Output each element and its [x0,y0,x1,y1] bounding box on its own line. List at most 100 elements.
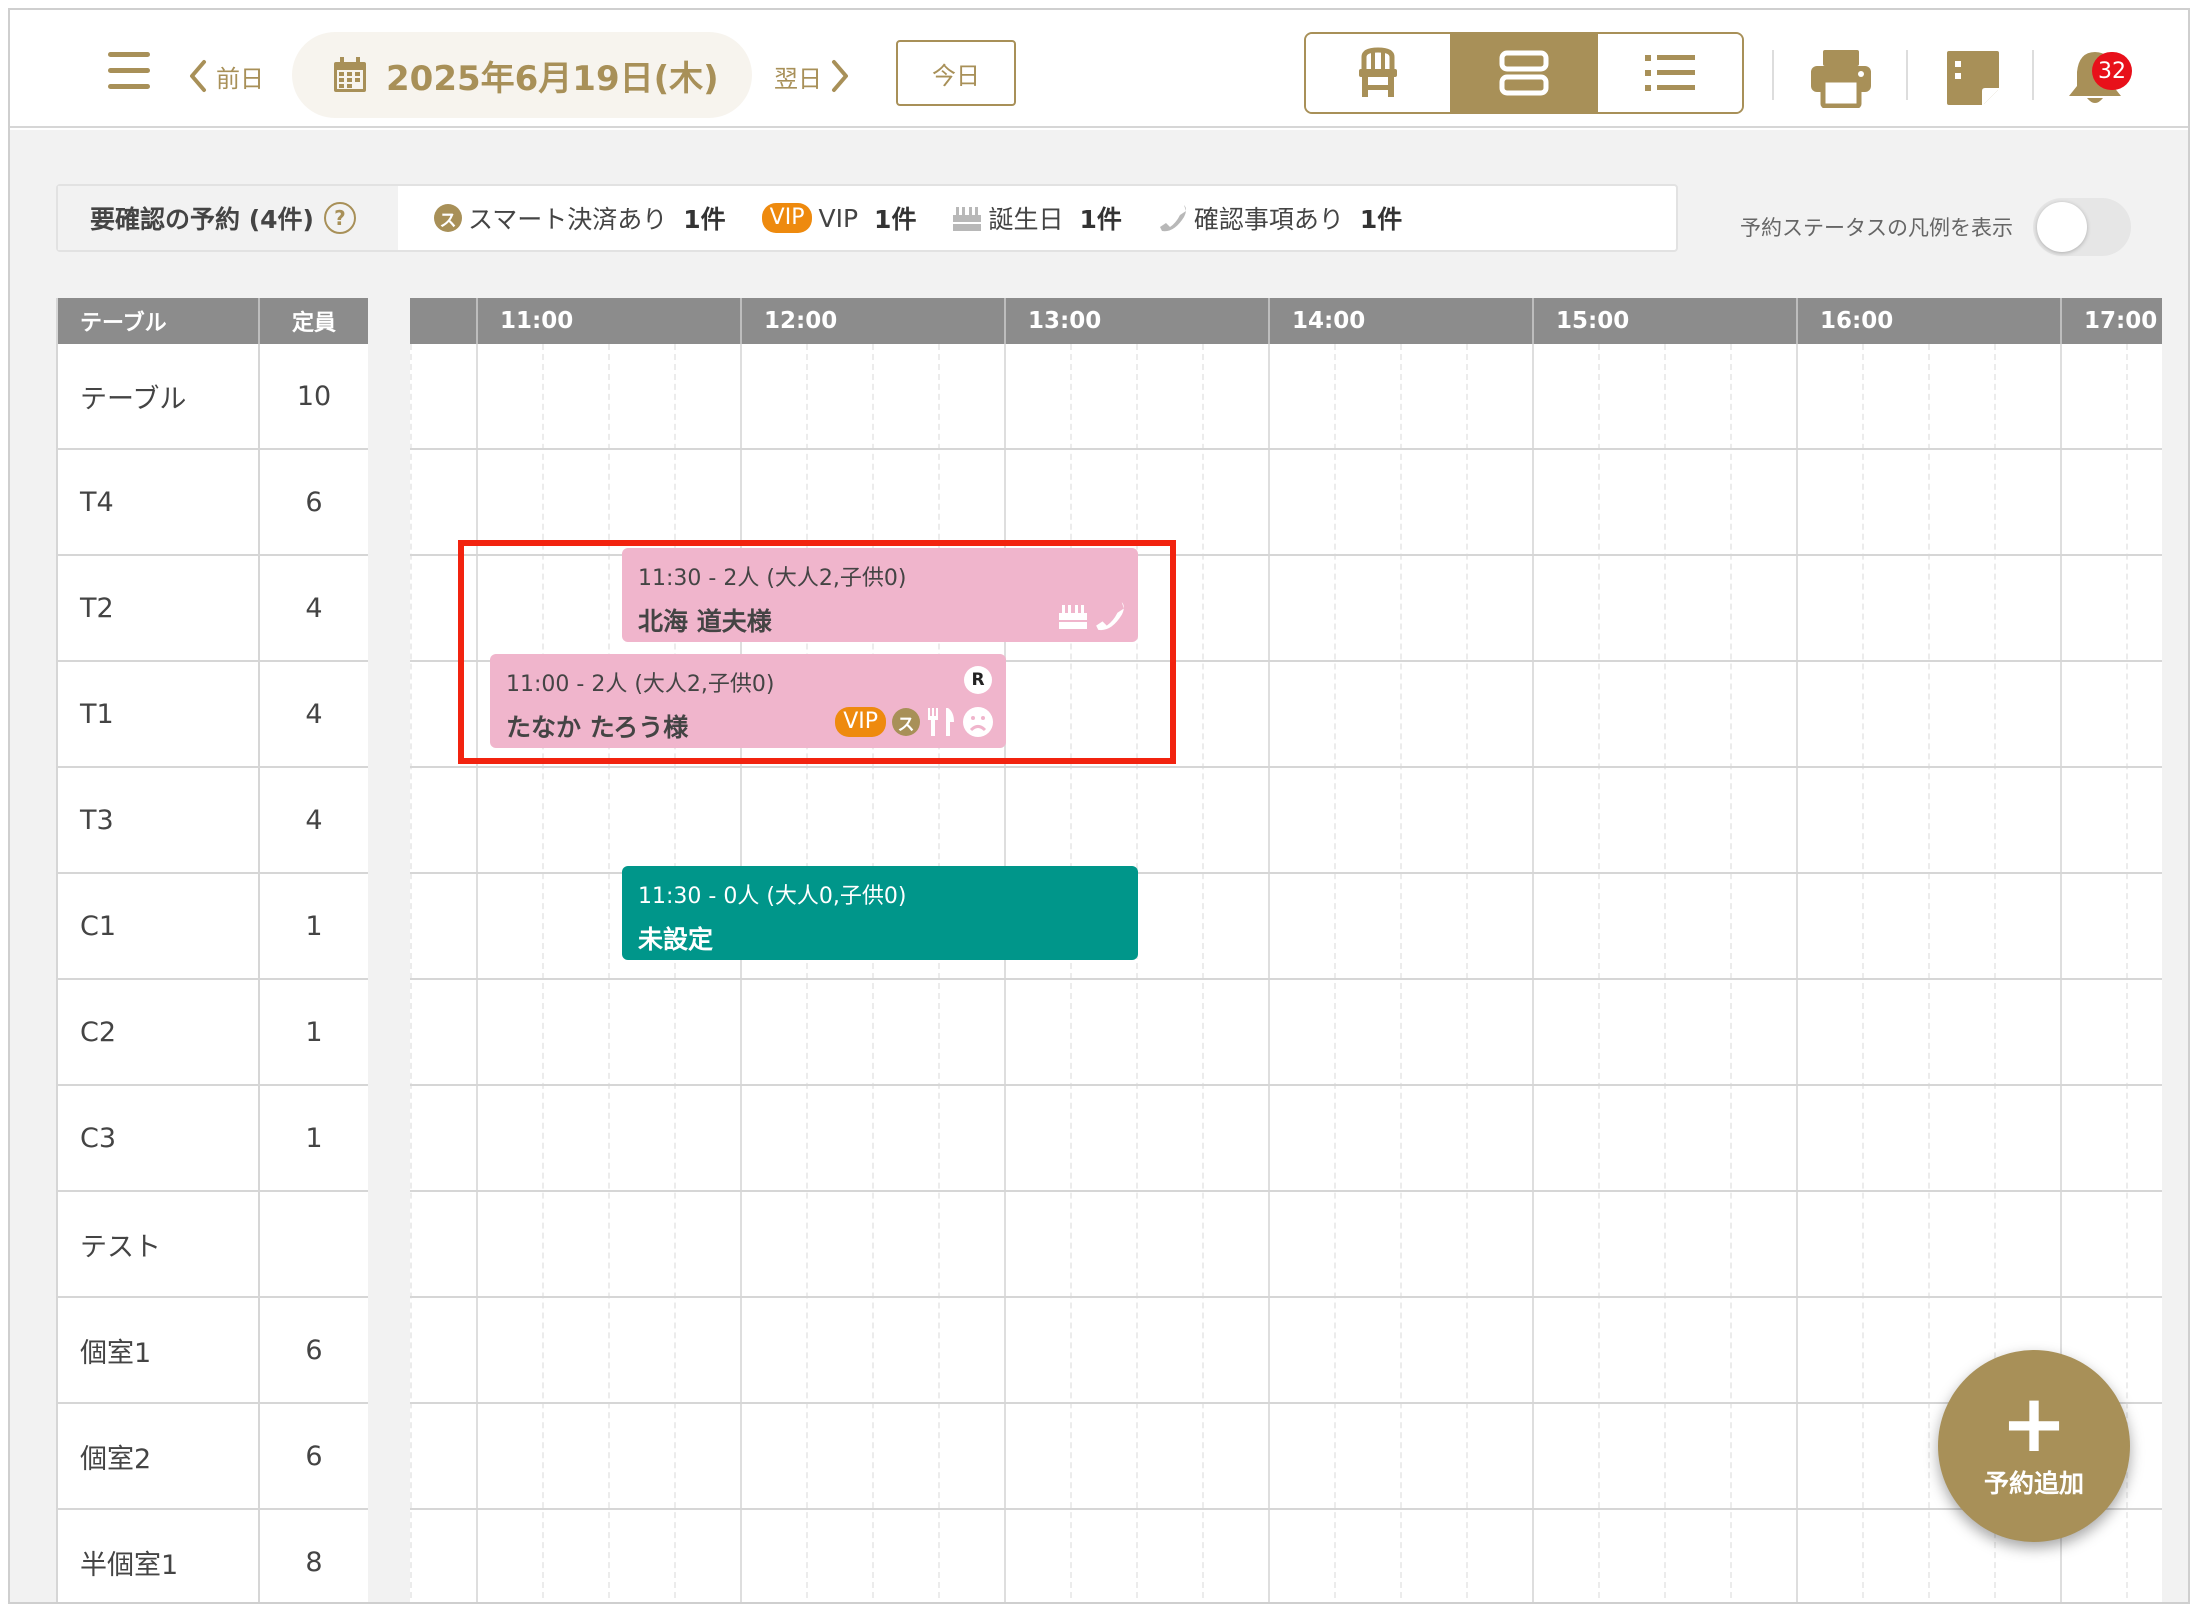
hour-label: 14:00 [1268,298,1532,344]
filter-birthday[interactable]: 誕生日 1件 [952,200,1122,236]
menu-icon[interactable] [108,52,152,90]
needs-attention-bar: 要確認の予約 (4件) ? ス スマート決済あり 1件 VIP VIP 1件 誕… [56,184,1678,252]
quarter-gridline [608,344,610,1602]
quarter-gridline [542,344,544,1602]
confirmation-count: 1件 [1359,205,1403,234]
table-row[interactable]: 個室1 6 [58,1298,368,1404]
hour-label: 17:00 [2060,298,2162,344]
plus-icon: + [2000,1377,2068,1470]
table-capacity: 6 [305,1334,323,1366]
hour-gridline [1268,344,1270,1602]
legend-toggle-label: 予約ステータスの凡例を表示 [1740,216,2013,240]
timeline-header: 11:00 12:00 13:00 14:00 15:00 16:00 17:00 [410,298,2162,344]
table-row[interactable]: 個室2 6 [58,1404,368,1510]
vip-icon: VIP [761,203,813,233]
filter-confirmation[interactable]: 確認事項あり 1件 [1158,200,1402,236]
next-day-button[interactable]: 翌日 [774,56,850,96]
birthday-count: 1件 [1079,205,1122,234]
quarter-gridline [1862,344,1864,1602]
table-row[interactable]: C2 1 [58,980,368,1086]
table-name: テーブル [58,344,260,448]
table-row[interactable]: テーブル 10 [58,344,368,450]
help-icon[interactable]: ? [323,202,356,234]
table-row[interactable]: 半個室1 8 [58,1510,368,1602]
chair-icon [1359,47,1397,97]
chevron-right-icon [832,60,848,92]
table-row[interactable]: C1 1 [58,874,368,980]
quarter-gridline [938,344,940,1602]
hour-gridline [740,344,742,1602]
memo-button[interactable] [1938,44,2008,112]
next-day-label: 翌日 [774,64,822,93]
hour-label: 11:00 [476,298,740,344]
hour-label: 12:00 [740,298,1004,344]
table-name: C3 [58,1086,260,1190]
table-name: 半個室1 [58,1510,260,1602]
quarter-gridline [806,344,808,1602]
table-row[interactable]: T3 4 [58,768,368,874]
table-list-header: テーブル 定員 [58,298,368,344]
print-button[interactable] [1806,44,1876,112]
quarter-gridline [1334,344,1336,1602]
hour-gridline [1796,344,1798,1602]
view-switcher [1304,32,1744,114]
legend-switch[interactable] [2033,198,2131,256]
table-capacity [260,1192,368,1296]
prev-day-button[interactable]: 前日 [188,56,264,96]
timeline-grid: 11:00 12:00 13:00 14:00 15:00 16:00 17:00 11:3… [410,298,2162,1602]
table-name: T3 [58,768,260,872]
table-row[interactable]: テスト [58,1192,368,1298]
list-view-button[interactable] [1596,34,1742,112]
hour-label: 15:00 [1532,298,1796,344]
needs-attention-title[interactable]: 要確認の予約 (4件) ? [58,186,398,250]
prev-day-label: 前日 [216,64,264,93]
date-picker[interactable]: 2025年6月19日(木) [292,32,752,118]
today-button[interactable]: 今日 [896,40,1016,106]
row-gridline [410,978,2162,980]
app-frame: 前日 2025年6月19日(木) 翌日 今日 32 要確認の予約 (4件) ? … [8,8,2190,1604]
table-row[interactable]: C3 1 [58,1086,368,1192]
confirmation-label: 確認事項あり [1193,205,1344,234]
table-row[interactable]: T2 4 [58,556,368,662]
hour-label: 16:00 [1796,298,2060,344]
table-row[interactable]: T4 6 [58,450,368,556]
table-capacity: 6 [305,486,323,518]
table-capacity: 4 [305,804,323,836]
filter-smart-payment[interactable]: ス スマート決済あり 1件 [434,200,726,236]
table-capacity: 4 [305,698,323,730]
reservation-card[interactable]: 11:30 - 0人 (大人0,子供0) 未設定 [622,866,1138,960]
table-name: 個室2 [58,1404,260,1508]
table-row[interactable]: T1 4 [58,662,368,768]
highlight-box [458,540,1176,764]
current-date: 2025年6月19日(木) [386,58,719,99]
hour-gridline [1004,344,1006,1602]
quarter-gridline [872,344,874,1602]
table-column-header: テーブル [58,298,260,344]
quarter-gridline [1664,344,1666,1602]
birthday-cake-icon [953,207,982,231]
quarter-gridline [410,344,412,1602]
table-capacity: 1 [305,1122,323,1154]
reservation-guest-name: 未設定 [638,925,714,954]
capacity-column-header: 定員 [291,311,336,336]
quarter-gridline [2126,344,2128,1602]
vip-label: VIP [818,203,859,233]
status-legend-toggle: 予約ステータスの凡例を表示 [1740,198,2131,256]
table-capacity: 4 [305,592,323,624]
smart-payment-count: 1件 [683,205,726,234]
timeline-cells[interactable] [410,344,2162,1602]
vip-count: 1件 [874,205,917,234]
timeline-view-button[interactable] [1450,34,1596,112]
chair-view-button[interactable] [1306,34,1450,112]
table-capacity: 1 [305,910,323,942]
table-capacity: 6 [305,1440,323,1472]
quarter-gridline [1598,344,1600,1602]
quarter-gridline [1136,344,1138,1602]
add-reservation-button[interactable]: + 予約追加 [1938,1350,2130,1542]
table-name: T1 [58,662,260,766]
summary-area: 要確認の予約 (4件) ? ス スマート決済あり 1件 VIP VIP 1件 誕… [10,130,2188,298]
table-name: T2 [58,556,260,660]
calendar-icon [334,57,366,92]
filter-vip[interactable]: VIP VIP 1件 [761,200,917,236]
hour-gridline [1532,344,1534,1602]
